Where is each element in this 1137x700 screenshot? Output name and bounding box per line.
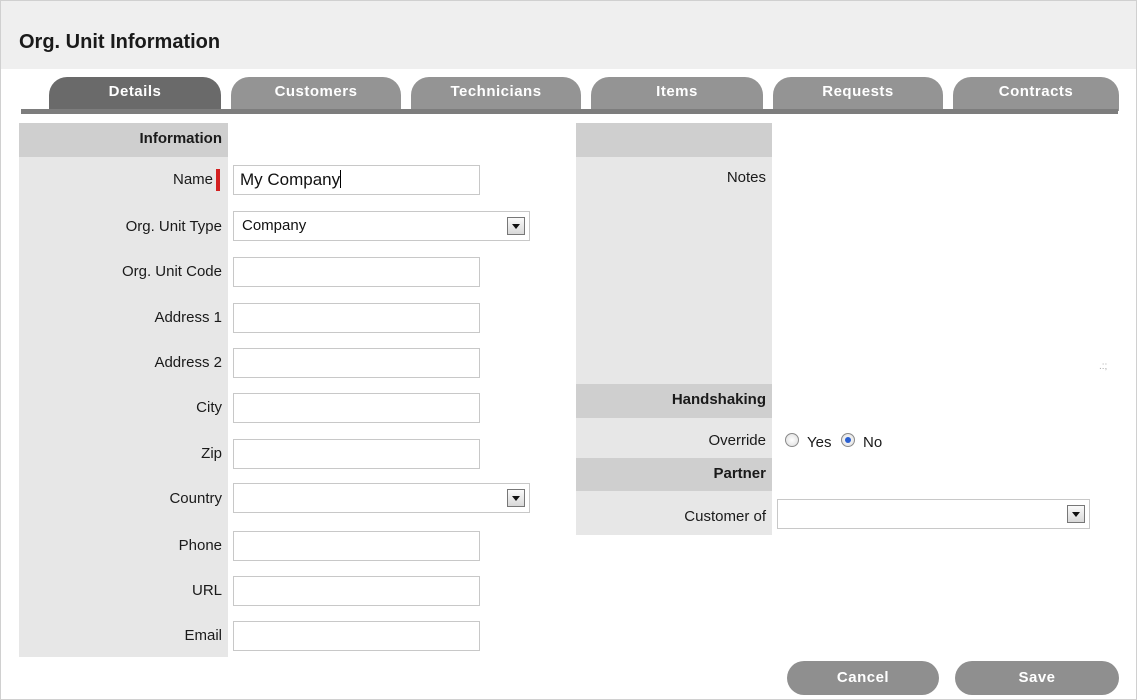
email-label: Email <box>184 627 222 644</box>
name-input[interactable]: My Company <box>233 165 480 195</box>
cancel-button[interactable]: Cancel <box>787 661 939 695</box>
override-no-label: No <box>863 434 883 451</box>
notes-header <box>576 123 772 157</box>
resize-handle-icon[interactable]: .:; <box>1099 361 1107 372</box>
information-header: Information <box>19 123 228 157</box>
text-cursor <box>340 170 342 188</box>
info-label-column <box>19 123 228 657</box>
name-label: Name <box>172 171 213 188</box>
zip-label: Zip <box>201 445 222 462</box>
url-label: URL <box>191 582 222 599</box>
tab-technicians[interactable]: Technicians <box>411 77 581 111</box>
notes-label: Notes <box>726 169 766 186</box>
save-button[interactable]: Save <box>955 661 1119 695</box>
email-input[interactable] <box>233 621 480 651</box>
required-marker <box>216 169 220 191</box>
org-unit-type-value: Company <box>242 217 307 234</box>
tab-requests[interactable]: Requests <box>773 77 943 111</box>
override-no-radio[interactable] <box>841 433 855 447</box>
country-label: Country <box>169 490 222 507</box>
address2-label: Address 2 <box>154 354 222 371</box>
address2-input[interactable] <box>233 348 480 378</box>
page-title: Org. Unit Information <box>19 31 221 53</box>
tab-items[interactable]: Items <box>591 77 763 111</box>
zip-input[interactable] <box>233 439 480 469</box>
override-yes-radio[interactable] <box>785 433 799 447</box>
tab-customers[interactable]: Customers <box>231 77 401 111</box>
org-unit-type-label: Org. Unit Type <box>125 218 222 235</box>
org-unit-panel: Org. Unit Information Details Customers … <box>0 0 1137 700</box>
city-label: City <box>196 399 222 416</box>
customer-of-label: Customer of <box>684 508 766 525</box>
chevron-down-icon[interactable] <box>507 217 525 235</box>
address1-label: Address 1 <box>154 309 222 326</box>
country-select[interactable] <box>233 483 530 513</box>
override-yes-label: Yes <box>807 434 832 451</box>
customer-of-select[interactable] <box>777 499 1090 529</box>
tab-details[interactable]: Details <box>49 77 221 111</box>
phone-label: Phone <box>178 537 222 554</box>
phone-input[interactable] <box>233 531 480 561</box>
org-unit-code-input[interactable] <box>233 257 480 287</box>
tab-underline <box>21 109 1118 114</box>
partner-header: Partner <box>576 458 772 491</box>
tab-contracts[interactable]: Contracts <box>953 77 1119 111</box>
url-input[interactable] <box>233 576 480 606</box>
city-input[interactable] <box>233 393 480 423</box>
notes-textarea[interactable] <box>773 159 1107 373</box>
org-unit-code-label: Org. Unit Code <box>121 263 222 280</box>
override-label: Override <box>708 432 766 449</box>
chevron-down-icon[interactable] <box>507 489 525 507</box>
name-value: My Company <box>240 170 341 189</box>
chevron-down-icon[interactable] <box>1067 505 1085 523</box>
address1-input[interactable] <box>233 303 480 333</box>
handshaking-header: Handshaking <box>576 384 772 418</box>
org-unit-type-select[interactable]: Company <box>233 211 530 241</box>
